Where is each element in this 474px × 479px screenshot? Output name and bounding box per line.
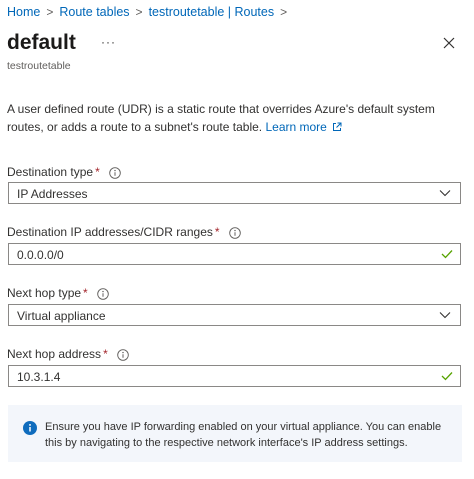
description-text: A user defined route (UDR) is a static r… <box>7 102 435 134</box>
next-hop-type-value: Virtual appliance <box>17 309 106 323</box>
info-icon[interactable] <box>117 349 129 361</box>
page-title: default <box>7 31 76 54</box>
breadcrumb-separator: > <box>280 5 288 19</box>
checkmark-icon <box>441 250 453 259</box>
next-hop-type-label: Next hop type * <box>7 286 109 300</box>
required-marker: * <box>103 347 108 361</box>
destination-type-label-text: Destination type <box>7 165 94 179</box>
breadcrumb-routes[interactable]: testroutetable | Routes <box>149 5 275 19</box>
next-hop-address-input[interactable]: 10.3.1.4 <box>8 365 461 387</box>
destination-ip-label-text: Destination IP addresses/CIDR ranges <box>7 225 213 239</box>
breadcrumb-separator: > <box>46 5 54 19</box>
breadcrumb: Home > Route tables > testroutetable | Route… <box>7 5 293 19</box>
destination-ip-input[interactable]: 0.0.0.0/0 <box>8 243 461 265</box>
notice-text: Ensure you have IP forwarding enabled on… <box>45 421 442 449</box>
info-icon[interactable] <box>109 167 121 179</box>
info-icon[interactable] <box>97 288 109 300</box>
next-hop-type-label-text: Next hop type <box>7 286 82 300</box>
close-button[interactable] <box>440 34 458 52</box>
destination-type-label: Destination type * <box>7 165 121 179</box>
required-marker: * <box>95 165 100 179</box>
next-hop-address-value: 10.3.1.4 <box>17 370 61 384</box>
breadcrumb-route-tables[interactable]: Route tables <box>59 5 129 19</box>
info-filled-icon <box>23 421 37 435</box>
destination-ip-value: 0.0.0.0/0 <box>17 248 64 262</box>
chevron-down-icon <box>439 312 451 319</box>
learn-more-label: Learn more <box>265 120 327 134</box>
checkmark-icon <box>441 372 453 381</box>
required-marker: * <box>214 225 220 239</box>
learn-more-link[interactable]: Learn more <box>265 120 342 134</box>
info-icon[interactable] <box>229 227 241 239</box>
next-hop-address-label: Next hop address * <box>7 347 129 361</box>
chevron-down-icon <box>439 190 451 197</box>
info-notice: Ensure you have IP forwarding enabled on… <box>8 405 462 462</box>
description: A user defined route (UDR) is a static r… <box>7 100 462 136</box>
required-marker: * <box>83 286 88 300</box>
next-hop-type-select[interactable]: Virtual appliance <box>8 304 461 326</box>
destination-type-select[interactable]: IP Addresses <box>8 182 461 204</box>
close-icon <box>443 37 455 49</box>
breadcrumb-home[interactable]: Home <box>7 5 40 19</box>
external-link-icon <box>333 122 342 131</box>
destination-ip-label: Destination IP addresses/CIDR ranges * <box>7 225 241 239</box>
next-hop-address-label-text: Next hop address <box>7 347 102 361</box>
breadcrumb-separator: > <box>135 5 143 19</box>
more-options-button[interactable]: ··· <box>101 35 116 49</box>
page-subtitle: testroutetable <box>7 60 71 72</box>
destination-type-value: IP Addresses <box>17 187 88 201</box>
